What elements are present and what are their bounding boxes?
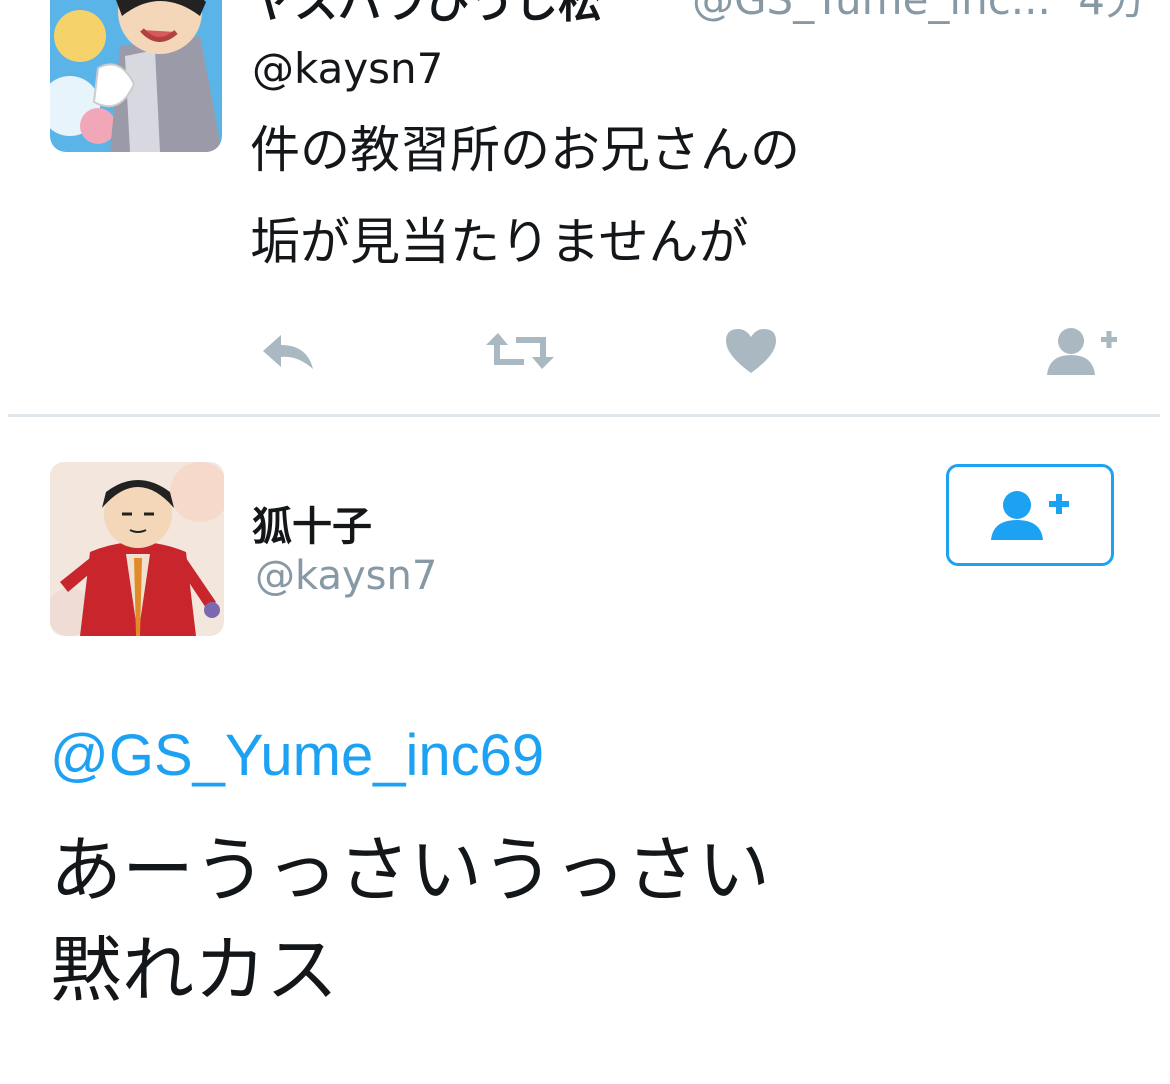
tweet-1-text: 件の教習所のお兄さんの 垢が見当たりませんが <box>250 104 1110 288</box>
reply-button[interactable] <box>252 318 322 384</box>
like-button[interactable] <box>722 318 780 384</box>
follow-button[interactable] <box>946 464 1114 566</box>
tweet-1-avatar[interactable] <box>50 0 222 152</box>
avatar-illustration <box>50 462 224 636</box>
tweet-1-text-line: 垢が見当たりませんが <box>250 213 749 271</box>
tweet-2-avatar[interactable] <box>50 462 224 636</box>
follow-user-button[interactable] <box>1044 318 1120 384</box>
avatar-illustration <box>50 0 222 152</box>
tweet-divider <box>8 414 1160 417</box>
tweet-1-display-name[interactable]: ヤスバラびうし松 <box>250 0 602 30</box>
tweet-2-handle[interactable]: @kaysn7 <box>255 553 437 599</box>
tweet-1-handle[interactable]: @kaysn7 <box>252 44 443 93</box>
tweet-1-reply-handle[interactable]: @GS_Yume_inc... <box>692 0 1051 24</box>
retweet-button[interactable] <box>482 318 558 384</box>
tweet-2-text-line: あーうっさいうっさい <box>50 828 771 912</box>
retweet-icon <box>486 333 554 369</box>
tweet-2-mention-link[interactable]: @GS_Yume_inc69 <box>50 722 544 789</box>
tweet-1-meta: @GS_Yume_inc... 4分 <box>692 0 1147 27</box>
tweet-2-display-name[interactable]: 狐十子 <box>252 494 372 552</box>
tweet-2-text-line: 黙れカス <box>50 928 339 1012</box>
reply-icon <box>263 335 313 369</box>
tweet-1-actions <box>0 318 1170 388</box>
tweet-1-text-line: 件の教習所のお兄さんの <box>250 121 800 179</box>
tweet-1-header: ヤスバラびうし松 @GS_Yume_inc... 4分 <box>250 0 1147 28</box>
tweet-1-time[interactable]: 4分 <box>1078 0 1147 24</box>
follow-user-icon <box>1047 328 1117 375</box>
follow-user-icon <box>991 491 1069 540</box>
tweet-1[interactable]: ヤスバラびうし松 @GS_Yume_inc... 4分 @kaysn7 件の教習… <box>0 0 1170 418</box>
tweet-2-text: あーうっさいうっさい 黙れカス <box>50 820 1130 1020</box>
heart-icon <box>726 329 776 373</box>
